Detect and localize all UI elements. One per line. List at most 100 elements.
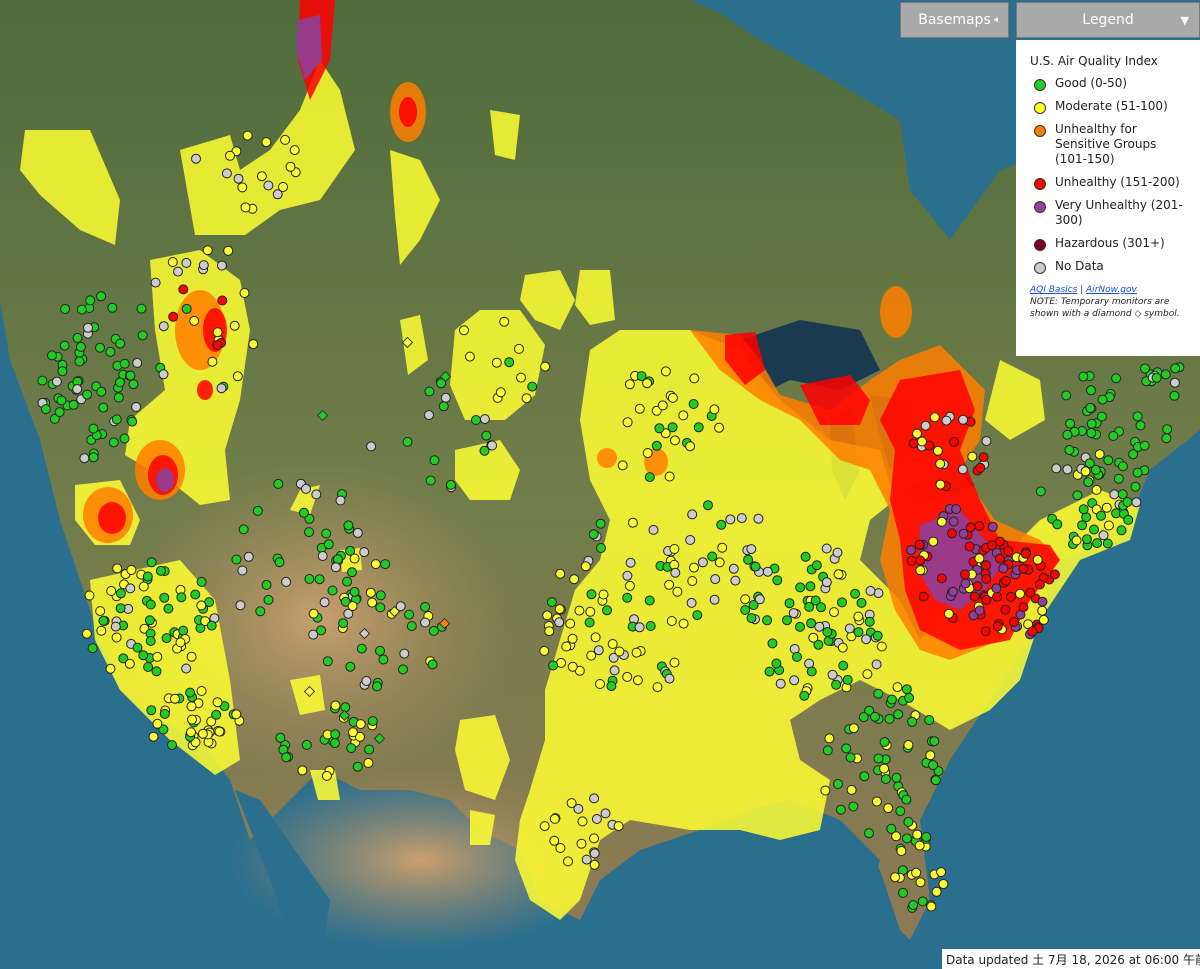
monitor-dot[interactable] [216,260,227,271]
monitor-dot[interactable] [1052,519,1063,530]
monitor-dot[interactable] [581,854,592,865]
monitor-dot[interactable] [349,553,360,564]
monitor-dot[interactable] [82,389,93,400]
monitor-dot[interactable] [233,173,244,184]
monitor-dot[interactable] [237,182,248,193]
monitor-dot[interactable] [912,428,922,439]
monitor-dot[interactable] [406,621,417,632]
monitor-dot[interactable] [359,547,370,558]
monitor-dot[interactable] [1103,455,1114,466]
monitor-dot[interactable] [240,202,251,213]
monitor-dot[interactable] [239,288,250,298]
monitor-dot[interactable] [960,578,971,589]
monitor-dot[interactable] [772,575,783,586]
monitor-dot[interactable] [338,618,349,629]
monitor-dot[interactable] [613,821,624,832]
monitor-dot[interactable] [110,621,121,632]
monitor-dot[interactable] [214,726,225,737]
monitor-dot[interactable] [842,674,853,685]
monitor-dot[interactable] [76,304,87,315]
monitor-dot[interactable] [1113,473,1124,484]
monitor-dot[interactable] [589,793,600,804]
monitor-dot[interactable] [98,402,109,413]
monitor-dot[interactable] [978,452,989,463]
monitor-dot[interactable] [261,137,272,148]
monitor-dot[interactable] [304,527,314,538]
monitor-dot[interactable] [844,623,855,634]
monitor-dot[interactable] [624,580,635,591]
monitor-dot[interactable] [598,589,609,600]
monitor-dot[interactable] [837,597,847,608]
monitor-dot[interactable] [986,540,997,551]
monitor-dot[interactable] [822,745,833,756]
monitor-dot[interactable] [355,719,366,730]
monitor-dot[interactable] [152,718,163,729]
monitor-dot[interactable] [596,543,606,553]
monitor-dot[interactable] [584,617,595,628]
monitor-dot[interactable] [378,654,389,665]
monitor-dot[interactable] [549,813,560,824]
monitor-dot[interactable] [112,563,123,574]
monitor-dot[interactable] [330,729,341,740]
monitor-dot[interactable] [901,684,912,695]
monitor-dot[interactable] [235,600,246,611]
monitor-dot[interactable] [1065,418,1076,429]
monitor-dot[interactable] [1085,402,1096,413]
monitor-dot[interactable] [148,731,159,742]
monitor-dot[interactable] [728,563,739,574]
monitor-dot[interactable] [576,838,587,849]
monitor-dot[interactable] [212,697,223,708]
monitor-dot[interactable] [935,458,946,469]
monitor-dot[interactable] [567,633,578,644]
monitor-dot[interactable] [425,475,436,486]
monitor-dot[interactable] [207,356,218,367]
monitor-dot[interactable] [949,436,960,447]
monitor-dot[interactable] [322,656,333,667]
monitor-dot[interactable] [1062,464,1073,475]
monitor-dot[interactable] [491,357,502,368]
monitor-dot[interactable] [402,436,413,447]
monitor-dot[interactable] [838,660,849,671]
monitor-dot[interactable] [740,594,751,605]
monitor-dot[interactable] [427,659,438,670]
monitor-dot[interactable] [589,833,599,844]
monitor-dot[interactable] [1015,588,1025,599]
monitor-dot[interactable] [654,423,665,434]
monitor-dot[interactable] [105,663,116,674]
monitor-dot[interactable] [848,801,859,812]
monitor-dot[interactable] [1005,591,1016,602]
monitor-dot[interactable] [231,709,242,720]
monitor-dot[interactable] [301,483,311,494]
monitor-dot[interactable] [743,554,754,565]
monitor-dot[interactable] [365,587,376,598]
monitor-dot[interactable] [901,794,912,805]
monitor-dot[interactable] [808,632,819,643]
monitor-dot[interactable] [499,316,510,327]
monitor-dot[interactable] [191,153,201,164]
monitor-dot[interactable] [1102,538,1113,549]
monitor-dot[interactable] [1037,596,1048,607]
monitor-dot[interactable] [542,610,553,621]
legend-toggle-button[interactable]: Legend ▼ [1016,2,1200,38]
monitor-dot[interactable] [119,358,130,369]
monitor-dot[interactable] [198,260,209,271]
monitor-dot[interactable] [40,404,51,415]
monitor-dot[interactable] [151,666,162,677]
monitor-dot[interactable] [232,371,243,382]
monitor-dot[interactable] [108,437,119,448]
monitor-dot[interactable] [644,595,655,606]
monitor-dot[interactable] [848,723,859,734]
monitor-dot[interactable] [936,867,947,878]
monitor-dot[interactable] [788,608,799,619]
monitor-dot[interactable] [1077,520,1088,531]
monitor-dot[interactable] [795,582,806,593]
monitor-dot[interactable] [935,479,946,490]
monitor-dot[interactable] [479,414,490,425]
monitor-dot[interactable] [917,896,928,907]
monitor-dot[interactable] [142,571,153,582]
monitor-dot[interactable] [614,646,625,657]
monitor-dot[interactable] [924,715,935,725]
monitor-dot[interactable] [186,701,197,712]
monitor-dot[interactable] [906,545,917,556]
monitor-dot[interactable] [895,806,906,817]
